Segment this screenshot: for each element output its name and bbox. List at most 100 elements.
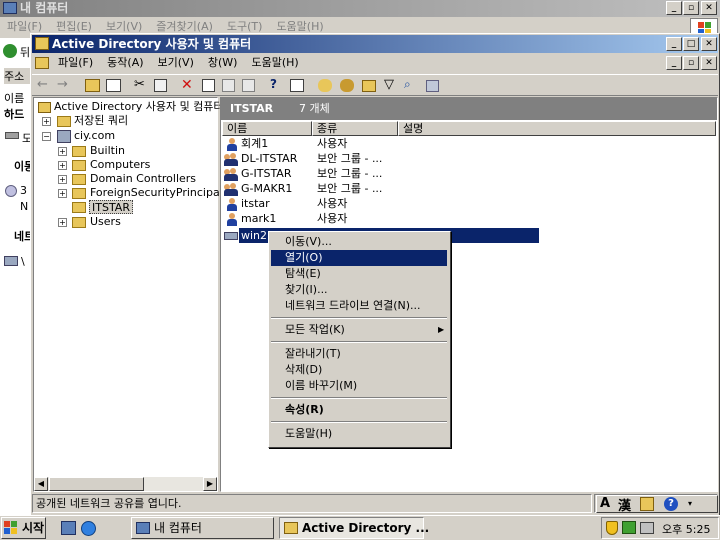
cut-icon[interactable]: ✂ — [134, 77, 152, 93]
tree-saved-queries[interactable]: 저장된 쿼리 — [74, 114, 128, 128]
filter-icon[interactable]: ▽ — [384, 77, 402, 93]
start-label: 시작 — [22, 521, 45, 535]
back-arrow-icon[interactable]: ← — [37, 77, 55, 93]
saved-queries-expander[interactable]: + — [42, 117, 51, 126]
menu-rename[interactable]: 이름 바꾸기(M) — [271, 378, 447, 394]
export-icon[interactable] — [242, 79, 255, 92]
mmc-title-bar[interactable]: Active Directory 사용자 및 컴퓨터 — [32, 35, 718, 53]
show-tree-icon[interactable] — [106, 79, 121, 92]
quicklaunch-ie-icon[interactable] — [81, 521, 96, 536]
list-row-name[interactable]: G-MAKR1 — [241, 181, 292, 196]
security-shield-icon[interactable] — [606, 521, 618, 535]
refresh-icon[interactable] — [222, 79, 235, 92]
list-row-type: 보안 그룹 - ... — [317, 152, 383, 165]
list-row-type: 사용자 — [317, 212, 348, 225]
outer-item3-label: 3 — [20, 184, 27, 197]
ime-hanja[interactable]: 漢 — [618, 495, 631, 514]
column-type[interactable]: 종류 — [312, 121, 398, 136]
list-row-type: 보안 그룹 - ... — [317, 182, 383, 195]
menu-cut[interactable]: 잘라내기(T) — [271, 346, 447, 362]
forward-arrow-icon[interactable]: → — [57, 77, 75, 93]
outer-restore-button[interactable]: ▫ — [683, 1, 699, 15]
up-folder-icon[interactable] — [85, 79, 100, 92]
task-my-computer[interactable]: 내 컴퓨터 — [131, 517, 274, 539]
new-group-icon[interactable] — [340, 79, 354, 92]
column-description[interactable]: 설명 — [398, 121, 716, 136]
new-ou-icon[interactable] — [362, 80, 376, 92]
mmc-child-minimize-button[interactable]: _ — [666, 56, 682, 70]
domain-expander[interactable]: − — [42, 132, 51, 141]
menu-help[interactable]: 도움말(H) — [271, 426, 447, 442]
mmc-maximize-button[interactable]: □ — [683, 37, 699, 51]
outer-minimize-button[interactable]: _ — [666, 1, 682, 15]
computers-expander[interactable]: + — [58, 161, 67, 170]
find-icon[interactable]: ⌕ — [404, 77, 422, 93]
users-expander[interactable]: + — [58, 218, 67, 227]
menu-find[interactable]: 찾기(I)... — [271, 282, 447, 298]
scroll-right-button[interactable]: ▶ — [203, 477, 217, 491]
list-row-type: 사용자 — [317, 197, 348, 210]
help-icon[interactable]: ? — [270, 77, 288, 93]
ime-options-icon[interactable]: ▾ — [688, 500, 698, 508]
delete-icon[interactable]: ✕ — [181, 77, 199, 93]
mmc-menu-action[interactable]: 동작(A) — [100, 54, 150, 72]
dc-expander[interactable]: + — [58, 175, 67, 184]
tree-domain-controllers[interactable]: Domain Controllers — [90, 172, 196, 186]
ime-mode-a[interactable]: A — [600, 496, 610, 511]
task-active-directory[interactable]: Active Directory ... — [279, 517, 429, 539]
outer-close-button[interactable]: ✕ — [701, 1, 717, 15]
scroll-left-button[interactable]: ◀ — [34, 477, 48, 491]
mmc-child-close-button[interactable]: ✕ — [701, 56, 717, 70]
folder-icon — [72, 160, 86, 171]
tree-builtin[interactable]: Builtin — [90, 144, 125, 158]
keyboard-tray-icon[interactable] — [640, 522, 654, 534]
list-row-name[interactable]: mark1 — [241, 211, 276, 226]
ime-help-icon[interactable]: ? — [664, 497, 678, 511]
menu-properties[interactable]: 속성(R) — [271, 402, 447, 418]
properties-icon[interactable] — [202, 79, 215, 92]
list-row-name[interactable]: G-ITSTAR — [241, 166, 291, 181]
tree-pane[interactable] — [33, 97, 218, 492]
tree-root[interactable]: Active Directory 사용자 및 컴퓨터 — [38, 100, 224, 114]
mmc-close-button[interactable]: ✕ — [701, 37, 717, 51]
fsp-expander[interactable]: + — [58, 189, 67, 198]
task-my-computer-label: 내 컴퓨터 — [154, 521, 202, 535]
share-icon — [224, 230, 239, 243]
menu-delete[interactable]: 삭제(D) — [271, 362, 447, 378]
outer-title-bar[interactable]: 내 컴퓨터 — [0, 0, 720, 17]
menu-separator — [271, 421, 447, 423]
ime-pad-icon[interactable] — [640, 497, 654, 511]
menu-open[interactable]: 열기(O) — [271, 250, 447, 266]
tree-computers[interactable]: Computers — [90, 158, 150, 172]
network-tray-icon[interactable] — [622, 521, 636, 534]
add-to-group-icon[interactable] — [426, 80, 439, 92]
list-row-name-selected[interactable]: win2 — [241, 228, 267, 243]
list-row-name[interactable]: itstar — [241, 196, 270, 211]
mmc-minimize-button[interactable]: _ — [666, 37, 682, 51]
menu-explore[interactable]: 탐색(E) — [271, 266, 447, 282]
copy-icon[interactable] — [154, 79, 167, 92]
mmc-menu-window[interactable]: 창(W) — [201, 54, 245, 72]
mmc-menu-file[interactable]: 파일(F) — [51, 54, 100, 72]
mmc-menu-help[interactable]: 도움말(H) — [244, 54, 305, 72]
column-name[interactable]: 이름 — [222, 121, 312, 136]
outer-back-icon[interactable] — [3, 44, 17, 58]
tray-clock[interactable]: 오후 5:25 — [662, 521, 710, 537]
tree-foreign-security[interactable]: ForeignSecurityPrincipals — [90, 186, 229, 200]
menu-map-network-drive[interactable]: 네트워크 드라이브 연결(N)... — [271, 298, 447, 314]
console-view-icon[interactable] — [290, 79, 304, 92]
mmc-child-restore-button[interactable]: ▫ — [683, 56, 699, 70]
tree-domain[interactable]: ciy.com — [74, 129, 115, 143]
new-user-icon[interactable] — [318, 79, 332, 92]
list-row-name[interactable]: DL-ITSTAR — [241, 151, 297, 166]
menu-all-tasks[interactable]: 모든 작업(K) — [271, 322, 447, 338]
folder-icon — [72, 146, 86, 157]
mmc-menu-view[interactable]: 보기(V) — [151, 54, 201, 72]
menu-move[interactable]: 이동(V)... — [271, 234, 447, 250]
quicklaunch-desktop-icon[interactable] — [61, 521, 76, 535]
list-row-name[interactable]: 회계1 — [241, 136, 268, 151]
builtin-expander[interactable]: + — [58, 147, 67, 156]
tree-itstar[interactable]: ITSTAR — [89, 200, 133, 214]
scroll-thumb[interactable] — [49, 477, 144, 491]
tree-users[interactable]: Users — [90, 215, 121, 229]
